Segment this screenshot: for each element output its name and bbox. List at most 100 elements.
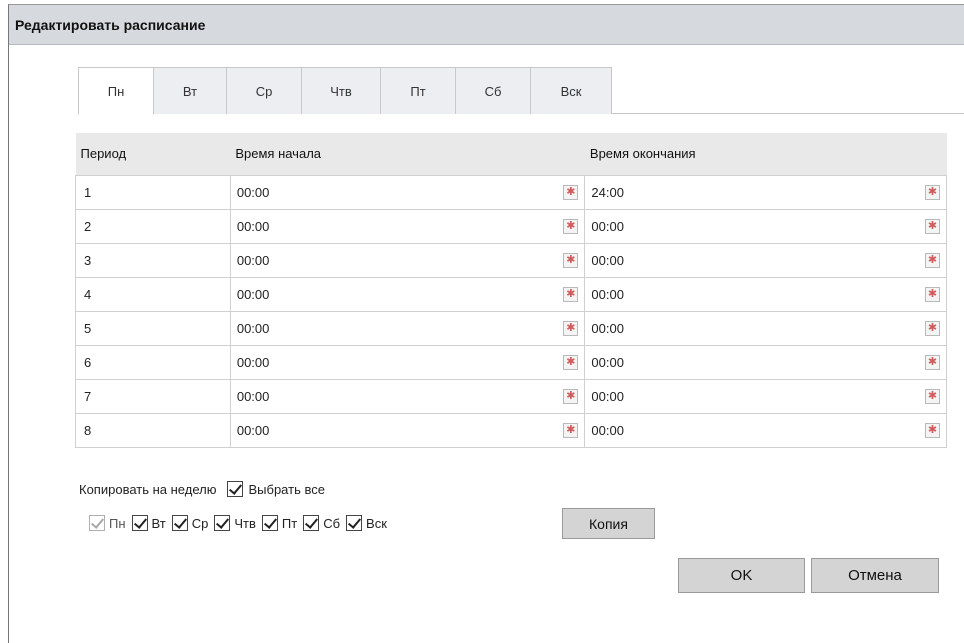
table-row: 6 00:00 ✱ 00:00 ✱ xyxy=(75,344,947,380)
ok-button[interactable]: OK xyxy=(678,558,805,593)
calendar-clock-icon[interactable]: ✱ xyxy=(925,388,940,404)
copy-day-item: Вт xyxy=(131,515,166,531)
end-time-field[interactable]: 00:00 ✱ xyxy=(585,346,946,379)
copy-day-checkbox[interactable] xyxy=(346,515,363,531)
copy-days-row: Пн Вт Ср Чтв Пт Сб Вск xyxy=(89,515,393,531)
start-time-field[interactable]: 00:00 ✱ xyxy=(231,176,585,209)
start-time-value: 00:00 xyxy=(236,354,270,370)
copy-day-checkbox[interactable] xyxy=(261,515,278,531)
copy-day-label: Вт xyxy=(151,515,166,531)
edit-schedule-dialog: Редактировать расписание Пн Вт Ср Чтв Пт… xyxy=(8,4,964,643)
select-all-checkbox[interactable] xyxy=(227,481,244,497)
end-time-value: 00:00 xyxy=(591,388,624,404)
copy-day-item: Чтв xyxy=(214,515,256,531)
tab-wednesday[interactable]: Ср xyxy=(226,67,302,114)
calendar-clock-icon[interactable]: ✱ xyxy=(925,320,940,336)
calendar-clock-icon[interactable]: ✱ xyxy=(563,252,579,268)
calendar-clock-icon[interactable]: ✱ xyxy=(563,388,579,404)
end-time-field[interactable]: 00:00 ✱ xyxy=(585,414,946,447)
select-all-label: Выбрать все xyxy=(248,481,325,497)
start-time-value: 00:00 xyxy=(236,184,270,200)
copy-day-item: Сб xyxy=(303,515,340,531)
copy-week-row: Копировать на неделю Выбрать все xyxy=(79,481,325,497)
period-number: 7 xyxy=(75,378,231,414)
calendar-clock-icon[interactable]: ✱ xyxy=(925,286,940,302)
start-time-cell: 00:00 ✱ xyxy=(229,208,586,244)
calendar-clock-icon[interactable]: ✱ xyxy=(563,218,579,234)
copy-day-item: Вск xyxy=(346,515,387,531)
copy-button[interactable]: Копия xyxy=(562,508,655,539)
tab-friday[interactable]: Пт xyxy=(380,67,456,114)
table-row: 7 00:00 ✱ 00:00 ✱ xyxy=(75,378,947,414)
copy-week-label: Копировать на неделю xyxy=(79,481,217,497)
end-time-field[interactable]: 00:00 ✱ xyxy=(585,278,946,311)
copy-day-label: Пт xyxy=(281,515,298,531)
start-time-field[interactable]: 00:00 ✱ xyxy=(231,312,585,345)
table-row: 3 00:00 ✱ 00:00 ✱ xyxy=(75,242,947,278)
end-time-cell: 00:00 ✱ xyxy=(584,276,947,312)
end-time-value: 00:00 xyxy=(591,286,624,302)
tab-monday[interactable]: Пн xyxy=(78,67,154,115)
period-number: 6 xyxy=(75,344,231,380)
calendar-clock-icon[interactable]: ✱ xyxy=(563,354,579,370)
end-time-field[interactable]: 00:00 ✱ xyxy=(585,380,946,413)
end-time-field[interactable]: 00:00 ✱ xyxy=(585,244,946,277)
cancel-button[interactable]: Отмена xyxy=(811,558,939,593)
table-row: 1 00:00 ✱ 24:00 ✱ xyxy=(75,174,947,210)
schedule-table: Период Время начала Время окончания 1 00:… xyxy=(75,133,947,448)
tab-thursday[interactable]: Чтв xyxy=(301,67,381,114)
start-time-field[interactable]: 00:00 ✱ xyxy=(231,346,585,379)
start-time-cell: 00:00 ✱ xyxy=(229,412,586,448)
end-time-cell: 00:00 ✱ xyxy=(584,208,947,244)
end-time-field[interactable]: 00:00 ✱ xyxy=(585,312,946,345)
calendar-clock-icon[interactable]: ✱ xyxy=(563,320,579,336)
period-number: 8 xyxy=(75,412,231,448)
day-tabs: Пн Вт Ср Чтв Пт Сб Вск xyxy=(78,67,964,115)
table-row: 8 00:00 ✱ 00:00 ✱ xyxy=(75,412,947,448)
start-time-field[interactable]: 00:00 ✱ xyxy=(231,210,585,243)
copy-day-item: Ср xyxy=(171,515,208,531)
calendar-clock-icon[interactable]: ✱ xyxy=(563,184,579,200)
start-time-value: 00:00 xyxy=(236,422,270,438)
header-end-time: Время окончания xyxy=(584,133,947,176)
start-time-field[interactable]: 00:00 ✱ xyxy=(231,414,585,447)
end-time-field[interactable]: 24:00 ✱ xyxy=(585,176,946,209)
tab-sunday[interactable]: Вск xyxy=(530,67,612,114)
end-time-value: 00:00 xyxy=(591,218,624,234)
calendar-clock-icon[interactable]: ✱ xyxy=(925,218,940,234)
copy-day-label: Пн xyxy=(109,515,126,531)
calendar-clock-icon[interactable]: ✱ xyxy=(925,354,940,370)
table-row: 2 00:00 ✱ 00:00 ✱ xyxy=(75,208,947,244)
copy-day-checkbox[interactable] xyxy=(131,515,148,531)
calendar-clock-icon[interactable]: ✱ xyxy=(563,422,579,438)
start-time-cell: 00:00 ✱ xyxy=(229,242,586,278)
end-time-cell: 00:00 ✱ xyxy=(584,310,947,346)
end-time-field[interactable]: 00:00 ✱ xyxy=(585,210,946,243)
table-body: 1 00:00 ✱ 24:00 ✱ 2 00:00 ✱ 00:00 ✱ 3 00:00 ✱ 00:00 ✱ 4… xyxy=(75,174,947,448)
end-time-cell: 00:00 ✱ xyxy=(584,242,947,278)
end-time-cell: 00:00 ✱ xyxy=(584,378,947,414)
calendar-clock-icon[interactable]: ✱ xyxy=(925,252,940,268)
tab-tuesday[interactable]: Вт xyxy=(153,67,227,114)
end-time-value: 24:00 xyxy=(591,184,624,200)
table-header-row: Период Время начала Время окончания xyxy=(75,133,947,176)
calendar-clock-icon[interactable]: ✱ xyxy=(925,422,940,438)
copy-day-label: Вск xyxy=(366,515,387,531)
dialog-title: Редактировать расписание xyxy=(9,5,964,45)
copy-day-checkbox xyxy=(89,515,105,531)
copy-day-checkbox[interactable] xyxy=(303,515,320,531)
calendar-clock-icon[interactable]: ✱ xyxy=(563,286,579,302)
start-time-field[interactable]: 00:00 ✱ xyxy=(231,278,585,311)
end-time-cell: 00:00 ✱ xyxy=(584,412,947,448)
copy-day-checkbox[interactable] xyxy=(214,515,231,531)
start-time-value: 00:00 xyxy=(236,252,270,268)
period-number: 4 xyxy=(75,276,231,312)
calendar-clock-icon[interactable]: ✱ xyxy=(925,184,940,200)
start-time-field[interactable]: 00:00 ✱ xyxy=(231,380,585,413)
tab-saturday[interactable]: Сб xyxy=(455,67,531,114)
start-time-field[interactable]: 00:00 ✱ xyxy=(231,244,585,277)
start-time-cell: 00:00 ✱ xyxy=(229,344,586,380)
copy-day-checkbox[interactable] xyxy=(171,515,188,531)
table-row: 4 00:00 ✱ 00:00 ✱ xyxy=(75,276,947,312)
end-time-value: 00:00 xyxy=(591,354,624,370)
